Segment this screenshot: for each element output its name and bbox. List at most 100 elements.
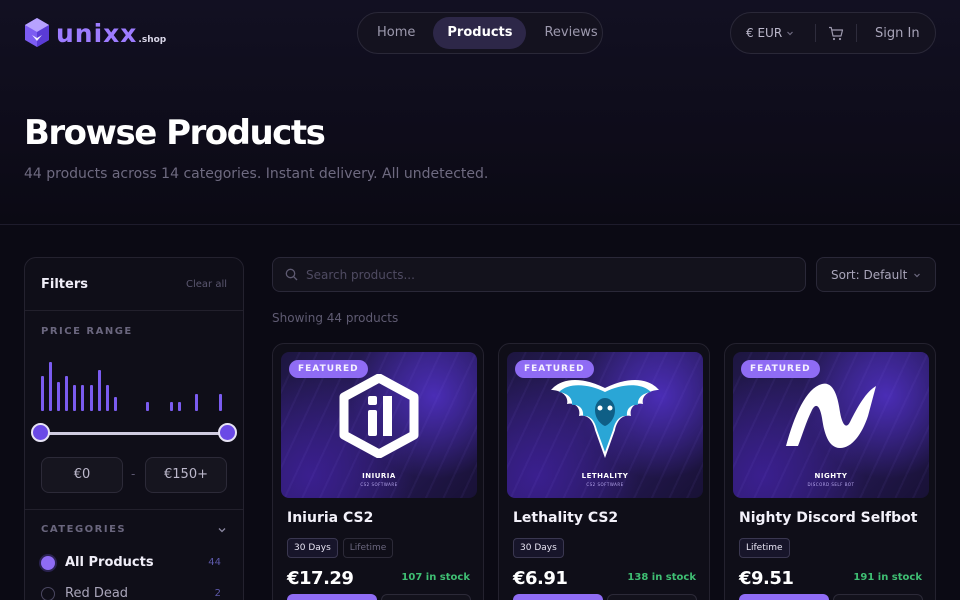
page-subtitle: 44 products across 14 categories. Instan…: [24, 166, 489, 182]
histogram-bar: [89, 384, 93, 411]
product-image: FEATURED INIURIA CS2 SOFTWARE: [281, 352, 477, 498]
histogram-bar: [113, 396, 117, 411]
buy-button[interactable]: [287, 594, 377, 600]
histogram-bar: [146, 402, 150, 411]
category-count: 44: [208, 557, 221, 568]
product-image: FEATURED LETHALITY CS2 SOFTWARE: [507, 352, 703, 498]
brand-name: unixx: [56, 19, 138, 48]
nav-home[interactable]: Home: [363, 17, 429, 49]
page-title: Browse Products: [24, 113, 326, 153]
histogram-bar: [218, 393, 222, 411]
duration-options: 30 Days: [513, 538, 564, 558]
image-title: NIGHTY: [814, 472, 848, 480]
chevron-down-icon: [914, 273, 920, 277]
categories-toggle[interactable]: CATEGORIES: [41, 524, 227, 535]
cart-button[interactable]: [816, 26, 856, 41]
chevron-down-icon: [218, 527, 226, 532]
histogram-bar: [194, 393, 198, 411]
nav-reviews[interactable]: Reviews: [530, 17, 611, 49]
search-bar: [272, 257, 806, 292]
histogram-bar: [105, 384, 109, 411]
account-bar: € EUR Sign In: [730, 12, 936, 54]
product-card[interactable]: FEATURED INIURIA CS2 SOFTWARE Iniuria CS…: [272, 343, 484, 600]
price-max-input[interactable]: €150+: [145, 457, 227, 493]
product-image: FEATURED NIGHTY DISCORD SELF BOT: [733, 352, 929, 498]
product-price: €6.91: [513, 568, 568, 589]
product-price: €17.29: [287, 568, 354, 589]
category-item-red-dead[interactable]: Red Dead 2: [41, 586, 221, 600]
sign-in-link[interactable]: Sign In: [857, 26, 920, 41]
cube-logo-icon: [25, 18, 49, 47]
n-wave-logo-icon: [786, 383, 876, 448]
image-title: INIURIA: [362, 472, 396, 480]
option-lifetime[interactable]: Lifetime: [342, 538, 394, 558]
histogram-bar: [97, 370, 101, 411]
price-slider-max-handle[interactable]: [218, 423, 237, 442]
chevron-down-icon: [787, 31, 794, 36]
search-icon: [285, 268, 298, 281]
details-button[interactable]: [381, 594, 471, 600]
category-label: Red Dead: [65, 586, 129, 600]
search-input[interactable]: [306, 267, 786, 282]
currency-label: € EUR: [746, 26, 783, 40]
image-subtitle: CS2 SOFTWARE: [360, 482, 398, 487]
buy-button[interactable]: [739, 594, 829, 600]
radio-icon: [41, 586, 55, 600]
results-count: Showing 44 products: [272, 311, 399, 325]
histogram-bar: [73, 384, 77, 411]
stock-status: 191 in stock: [853, 572, 922, 583]
price-histogram: [41, 353, 227, 411]
main-nav: Home Products Reviews: [357, 12, 603, 54]
product-price: €9.51: [739, 568, 794, 589]
filters-header: Filters Clear all: [25, 258, 243, 311]
image-subtitle: DISCORD SELF BOT: [807, 482, 855, 487]
sort-select[interactable]: Sort: Default: [816, 257, 936, 292]
option-lifetime[interactable]: Lifetime: [739, 538, 790, 558]
price-slider-min-handle[interactable]: [31, 423, 50, 442]
category-item-all-products[interactable]: All Products 44: [41, 555, 221, 570]
range-dash: -: [131, 467, 136, 481]
brand-suffix: .shop: [138, 35, 167, 45]
histogram-bar: [81, 384, 85, 411]
details-button[interactable]: [833, 594, 923, 600]
image-subtitle: CS2 SOFTWARE: [586, 482, 624, 487]
stock-status: 107 in stock: [401, 572, 470, 583]
histogram-bar: [178, 402, 182, 411]
currency-select[interactable]: € EUR: [731, 26, 815, 40]
product-name: Lethality CS2: [513, 510, 619, 526]
divider: [25, 509, 243, 510]
price-range-label: PRICE RANGE: [41, 326, 133, 337]
price-min-input[interactable]: €0: [41, 457, 123, 493]
product-card[interactable]: FEATURED NIGHTY DISCORD SELF BOT Nighty …: [724, 343, 936, 600]
option-30-days[interactable]: 30 Days: [513, 538, 564, 558]
eagle-logo-icon: [551, 380, 659, 458]
details-button[interactable]: [607, 594, 697, 600]
sort-label: Sort: Default: [831, 267, 908, 282]
category-label: All Products: [65, 555, 154, 570]
category-count: 2: [214, 588, 221, 599]
categories-label: CATEGORIES: [41, 524, 127, 535]
histogram-bar: [49, 361, 53, 411]
stock-status: 138 in stock: [627, 572, 696, 583]
histogram-bar: [65, 376, 69, 411]
product-card[interactable]: FEATURED LETHALITY CS2 SOFTWARE Lethalit…: [498, 343, 710, 600]
product-name: Nighty Discord Selfbot: [739, 510, 918, 526]
clear-all-button[interactable]: Clear all: [186, 279, 227, 290]
hexagon-i-logo-icon: [339, 374, 419, 458]
duration-options: 30 Days Lifetime: [287, 538, 394, 558]
histogram-bar: [57, 382, 61, 411]
histogram-bar: [170, 402, 174, 411]
filters-title: Filters: [41, 276, 88, 292]
price-slider-track[interactable]: [41, 432, 227, 435]
option-30-days[interactable]: 30 Days: [287, 538, 338, 558]
nav-products[interactable]: Products: [433, 17, 527, 49]
radio-selected-icon: [41, 555, 55, 570]
buy-button[interactable]: [513, 594, 603, 600]
histogram-bar: [41, 376, 44, 411]
cart-icon: [829, 26, 844, 40]
filters-panel: Filters Clear all PRICE RANGE €0 - €150+…: [24, 257, 244, 600]
duration-options: Lifetime: [739, 538, 790, 558]
product-name: Iniuria CS2: [287, 510, 374, 526]
brand-logo[interactable]: unixx .shop: [24, 17, 166, 48]
image-title: LETHALITY: [581, 472, 629, 480]
